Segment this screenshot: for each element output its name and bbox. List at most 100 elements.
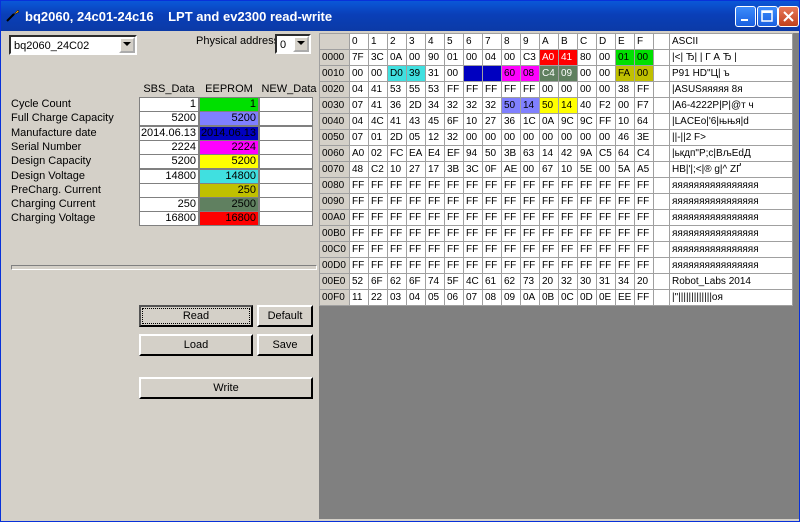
hex-byte-cell[interactable]: FF xyxy=(501,257,521,274)
hex-byte-cell[interactable]: FF xyxy=(368,177,388,194)
new-data-cell[interactable] xyxy=(259,211,313,227)
hex-byte-cell[interactable]: 53 xyxy=(425,81,445,98)
hex-byte-cell[interactable]: FF xyxy=(463,209,483,226)
hex-byte-cell[interactable]: FF xyxy=(406,177,426,194)
hex-byte-cell[interactable]: 10 xyxy=(615,113,635,130)
hex-byte-cell[interactable]: 0A xyxy=(520,289,540,306)
hex-byte-cell[interactable]: 00 xyxy=(577,129,597,146)
hex-byte-cell[interactable]: 32 xyxy=(558,273,578,290)
hex-byte-cell[interactable]: FF xyxy=(520,241,540,258)
hex-byte-cell[interactable]: 30 xyxy=(577,273,597,290)
hex-byte-cell[interactable]: FF xyxy=(501,225,521,242)
hex-byte-cell[interactable]: 08 xyxy=(482,289,502,306)
hex-byte-cell[interactable]: FA xyxy=(615,65,635,82)
hex-byte-cell[interactable]: FF xyxy=(349,225,369,242)
hex-byte-cell[interactable]: 00 xyxy=(520,161,540,178)
hex-byte-cell[interactable]: FF xyxy=(444,209,464,226)
chip-select[interactable]: bq2060_24C02 xyxy=(9,35,137,55)
hex-byte-cell[interactable]: FF xyxy=(615,257,635,274)
hex-byte-cell[interactable]: 07 xyxy=(463,289,483,306)
hex-byte-cell[interactable]: 0A xyxy=(387,49,407,66)
hex-byte-cell[interactable]: 48 xyxy=(349,161,369,178)
hex-byte-cell[interactable]: FF xyxy=(634,81,654,98)
hex-byte-cell[interactable]: 00 xyxy=(368,65,388,82)
hex-byte-cell[interactable]: FF xyxy=(482,177,502,194)
hex-byte-cell[interactable]: 00 xyxy=(349,65,369,82)
hex-byte-cell[interactable]: FF xyxy=(596,193,616,210)
hex-byte-cell[interactable]: 10 xyxy=(387,161,407,178)
hex-byte-cell[interactable]: 6F xyxy=(368,273,388,290)
hex-byte-cell[interactable]: 00 xyxy=(463,129,483,146)
hex-byte-cell[interactable]: A0 xyxy=(349,145,369,162)
hex-byte-cell[interactable]: FF xyxy=(482,81,502,98)
hex-byte-cell[interactable]: 00 xyxy=(444,65,464,82)
hex-byte-cell[interactable]: 09 xyxy=(558,65,578,82)
hex-byte-cell[interactable]: 6F xyxy=(444,113,464,130)
hex-byte-cell[interactable]: 03 xyxy=(387,289,407,306)
hex-byte-cell[interactable]: 14 xyxy=(539,145,559,162)
hex-byte-cell[interactable]: 50 xyxy=(539,97,559,114)
hex-byte-cell[interactable]: 31 xyxy=(596,273,616,290)
hex-byte-cell[interactable]: FF xyxy=(615,225,635,242)
hex-byte-cell[interactable]: FF xyxy=(482,241,502,258)
hex-byte-cell[interactable]: 00 xyxy=(501,129,521,146)
hex-byte-cell[interactable]: FF xyxy=(444,177,464,194)
hex-byte-cell[interactable]: 41 xyxy=(368,81,388,98)
hex-byte-cell[interactable]: FF xyxy=(615,193,635,210)
hex-byte-cell[interactable]: 17 xyxy=(425,161,445,178)
hex-byte-cell[interactable]: FF xyxy=(368,209,388,226)
hex-byte-cell[interactable]: FF xyxy=(406,225,426,242)
hex-byte-cell[interactable]: FF xyxy=(501,177,521,194)
hex-byte-cell[interactable]: FF xyxy=(406,193,426,210)
hex-byte-cell[interactable]: FF xyxy=(577,225,597,242)
hex-byte-cell[interactable]: 36 xyxy=(387,97,407,114)
hex-byte-cell[interactable]: 1C xyxy=(520,113,540,130)
hex-byte-cell[interactable]: 00 xyxy=(539,81,559,98)
hex-byte-cell[interactable]: FF xyxy=(368,257,388,274)
hex-byte-cell[interactable]: FF xyxy=(444,81,464,98)
hex-byte-cell[interactable]: 11 xyxy=(349,289,369,306)
hex-byte-cell[interactable]: FF xyxy=(501,241,521,258)
hex-byte-cell[interactable]: 0E xyxy=(596,289,616,306)
hex-byte-cell[interactable]: FF xyxy=(482,257,502,274)
hex-byte-cell[interactable]: 32 xyxy=(444,129,464,146)
hex-byte-cell[interactable]: FF xyxy=(615,241,635,258)
hex-byte-cell[interactable]: FF xyxy=(368,241,388,258)
hex-byte-cell[interactable]: 3E xyxy=(634,129,654,146)
hex-byte-cell[interactable]: 53 xyxy=(387,81,407,98)
hex-byte-cell[interactable]: FF xyxy=(577,257,597,274)
hex-byte-cell[interactable]: 14 xyxy=(520,97,540,114)
hex-byte-cell[interactable]: FF xyxy=(482,209,502,226)
hex-byte-cell[interactable]: 62 xyxy=(387,273,407,290)
hex-byte-cell[interactable]: 5E xyxy=(577,161,597,178)
hex-byte-cell[interactable]: 00 xyxy=(596,129,616,146)
hex-byte-cell[interactable]: FF xyxy=(482,193,502,210)
hex-byte-cell[interactable]: FF xyxy=(425,209,445,226)
hex-byte-cell[interactable]: 00 xyxy=(463,49,483,66)
hex-byte-cell[interactable]: 00 xyxy=(501,49,521,66)
hex-byte-cell[interactable]: 62 xyxy=(501,273,521,290)
hex-byte-cell[interactable] xyxy=(463,65,483,82)
hex-byte-cell[interactable]: FF xyxy=(596,113,616,130)
hex-byte-cell[interactable]: 50 xyxy=(501,97,521,114)
hex-byte-cell[interactable]: 00 xyxy=(596,49,616,66)
minimize-button[interactable] xyxy=(735,6,756,27)
hex-byte-cell[interactable]: 05 xyxy=(406,129,426,146)
hex-byte-cell[interactable]: 39 xyxy=(406,65,426,82)
hex-byte-cell[interactable]: 64 xyxy=(615,145,635,162)
hex-byte-cell[interactable]: FF xyxy=(406,209,426,226)
hex-byte-cell[interactable]: 00 xyxy=(634,65,654,82)
hex-byte-cell[interactable]: FF xyxy=(349,177,369,194)
hex-byte-cell[interactable]: 00 xyxy=(558,129,578,146)
hex-byte-cell[interactable]: 00 xyxy=(596,81,616,98)
hex-byte-cell[interactable]: 64 xyxy=(634,113,654,130)
hex-byte-cell[interactable]: E4 xyxy=(425,145,445,162)
hex-byte-cell[interactable]: FF xyxy=(501,193,521,210)
hex-byte-cell[interactable]: FF xyxy=(520,257,540,274)
hex-byte-cell[interactable]: FF xyxy=(539,241,559,258)
hex-byte-cell[interactable]: FF xyxy=(463,81,483,98)
hex-byte-cell[interactable]: FF xyxy=(615,209,635,226)
new-data-cell[interactable] xyxy=(259,197,313,213)
hex-byte-cell[interactable]: FF xyxy=(463,225,483,242)
hex-byte-cell[interactable]: FF xyxy=(463,177,483,194)
